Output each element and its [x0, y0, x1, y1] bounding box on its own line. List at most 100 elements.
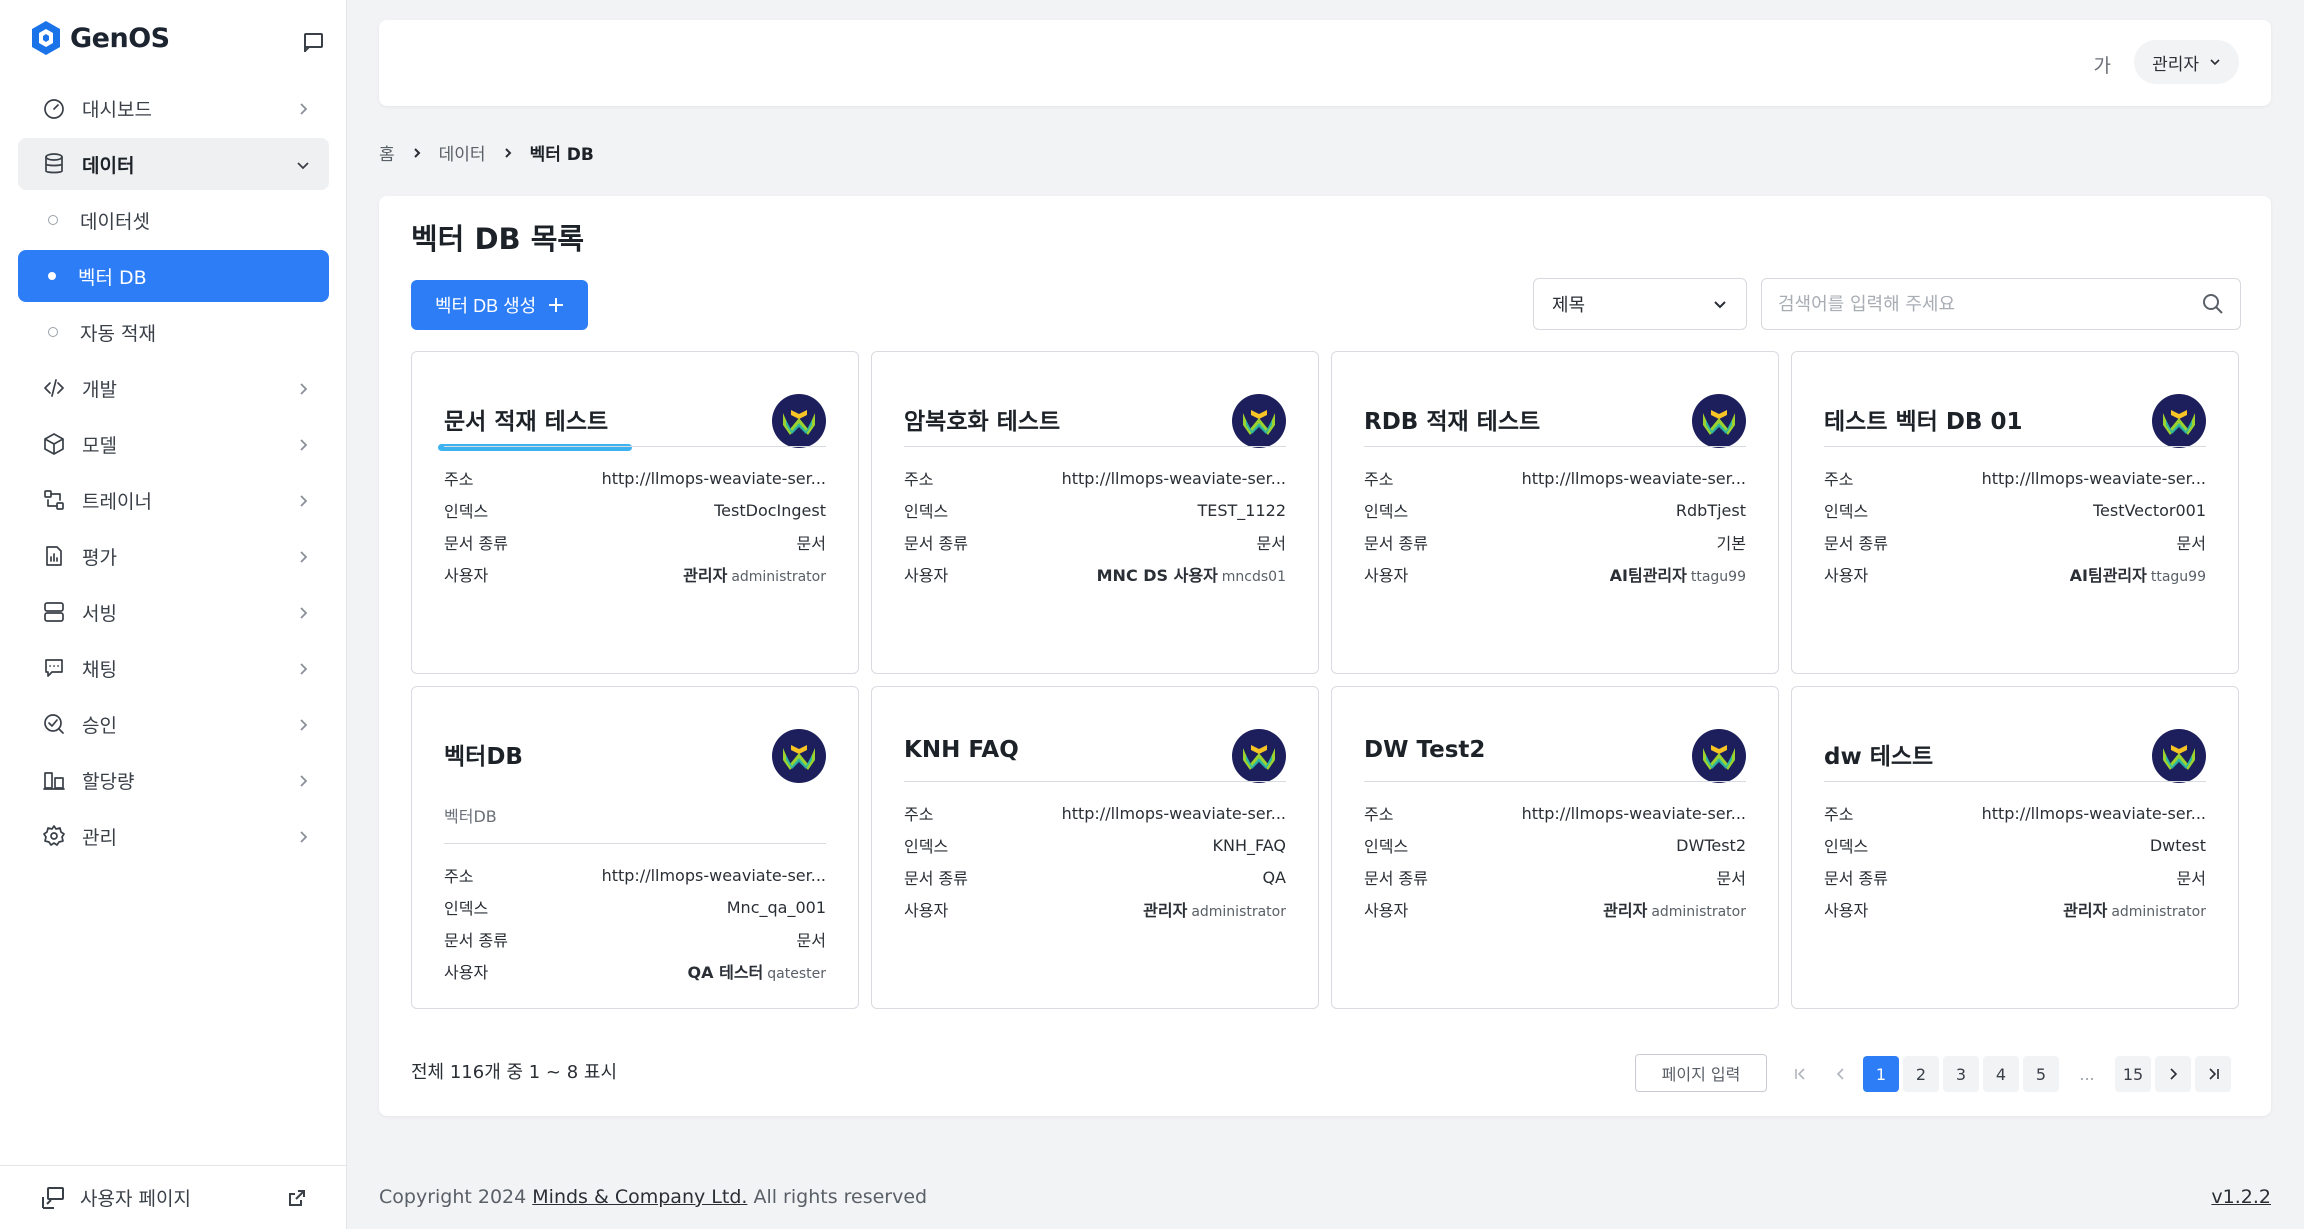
user-name: MNC DS 사용자 — [1096, 566, 1218, 585]
copyright: Copyright 2024 Minds & Company Ltd. All … — [379, 1186, 927, 1208]
quota-icon — [40, 766, 68, 794]
search-field-select[interactable]: 제목 — [1533, 278, 1747, 330]
user-page-link[interactable]: 사용자 페이지 — [0, 1165, 347, 1229]
page-button[interactable]: 5 — [2023, 1056, 2059, 1092]
vector-db-card-grid: 문서 적재 테스트 주소 http://llmops-weaviate-ser.… — [411, 351, 2241, 1009]
sidebar-subitem-label: 데이터셋 — [80, 210, 150, 233]
field-user: 사용자 관리자 administrator — [904, 893, 1286, 925]
sidebar-item[interactable]: 대시보드 — [18, 82, 329, 134]
vector-db-card[interactable]: KNH FAQ 주소 http://llmops-weaviate-ser...… — [871, 686, 1319, 1009]
card-description: 벡터DB — [444, 807, 497, 826]
sidebar-subitem-label: 자동 적재 — [80, 322, 156, 345]
field-value: AI팀관리자 ttagu99 — [1610, 562, 1746, 586]
language-toggle[interactable]: 가 — [2094, 51, 2111, 78]
field-label: 문서 종류 — [1364, 869, 1428, 888]
next-page-icon[interactable] — [2155, 1056, 2191, 1092]
vector-db-card[interactable]: RDB 적재 테스트 주소 http://llmops-weaviate-ser… — [1331, 351, 1779, 674]
sidebar-item[interactable]: 서빙 — [18, 586, 329, 638]
sidebar-item[interactable]: 데이터 — [18, 138, 329, 190]
field-index: 인덱스 TestDocIngest — [444, 494, 826, 526]
version-label[interactable]: v1.2.2 — [2211, 1186, 2271, 1208]
field-label: 인덱스 — [444, 502, 489, 521]
user-menu-label: 관리자 — [2152, 54, 2199, 75]
card-fields: 주소 http://llmops-weaviate-ser... 인덱스 KNH… — [904, 797, 1286, 925]
sidebar-subitem[interactable]: 벡터 DB — [18, 250, 329, 302]
chevron-right-icon — [295, 772, 311, 788]
field-address: 주소 http://llmops-weaviate-ser... — [904, 797, 1286, 829]
field-label: 주소 — [444, 867, 474, 886]
page-button[interactable]: 1 — [1863, 1056, 1899, 1092]
field-value: Mnc_qa_001 — [726, 897, 826, 917]
cube-icon — [40, 430, 68, 458]
user-id: administrator — [2111, 904, 2206, 920]
vector-db-card[interactable]: 테스트 벡터 DB 01 주소 http://llmops-weaviate-s… — [1791, 351, 2239, 674]
search-icon[interactable] — [2202, 293, 2224, 315]
sidebar-subitem[interactable]: 자동 적재 — [18, 306, 329, 358]
field-user: 사용자 관리자 administrator — [444, 558, 826, 590]
user-name: 관리자 — [2063, 901, 2108, 920]
sidebar-item[interactable]: 승인 — [18, 698, 329, 750]
search-input[interactable] — [1778, 293, 2202, 315]
first-page-icon[interactable] — [1783, 1056, 1819, 1092]
vector-db-card[interactable]: dw 테스트 주소 http://llmops-weaviate-ser... … — [1791, 686, 2239, 1009]
app-logo[interactable]: GenOS — [30, 20, 170, 56]
sidebar-item[interactable]: 평가 — [18, 530, 329, 582]
copyright-prefix: Copyright 2024 — [379, 1186, 533, 1208]
vector-db-card[interactable]: DW Test2 주소 http://llmops-weaviate-ser..… — [1331, 686, 1779, 1009]
prev-page-icon[interactable] — [1823, 1056, 1859, 1092]
page-button[interactable]: 2 — [1903, 1056, 1939, 1092]
vector-db-card[interactable]: 문서 적재 테스트 주소 http://llmops-weaviate-ser.… — [411, 351, 859, 674]
create-button-label: 벡터 DB 생성 — [435, 296, 537, 316]
sidebar-collapse-icon[interactable] — [300, 30, 326, 56]
user-menu-button[interactable]: 관리자 — [2134, 40, 2239, 84]
last-page-number-button[interactable]: 15 — [2115, 1056, 2151, 1092]
sidebar-item[interactable]: 채팅 — [18, 642, 329, 694]
field-value: TestDocIngest — [714, 500, 826, 520]
vector-db-card[interactable]: 벡터DB 벡터DB 주소 http://llmops-weaviate-ser.… — [411, 686, 859, 1009]
vector-db-card[interactable]: 암복호화 테스트 주소 http://llmops-weaviate-ser..… — [871, 351, 1319, 674]
user-page-icon — [42, 1186, 64, 1209]
sidebar-item[interactable]: 트레이너 — [18, 474, 329, 526]
card-divider — [904, 446, 1286, 447]
field-label: 인덱스 — [1364, 502, 1409, 521]
card-fields: 주소 http://llmops-weaviate-ser... 인덱스 TES… — [904, 462, 1286, 590]
vector-db-panel: 벡터 DB 목록 벡터 DB 생성 제목 문서 적재 테스트 주소 http:/… — [379, 196, 2271, 1116]
last-page-icon[interactable] — [2195, 1056, 2231, 1092]
field-label: 사용자 — [904, 566, 949, 585]
card-fields: 주소 http://llmops-weaviate-ser... 인덱스 DWT… — [1364, 797, 1746, 925]
field-address: 주소 http://llmops-weaviate-ser... — [444, 462, 826, 494]
field-value: http://llmops-weaviate-ser... — [1981, 468, 2206, 488]
page-button[interactable]: 4 — [1983, 1056, 2019, 1092]
field-label: 인덱스 — [904, 837, 949, 856]
sidebar-subitem[interactable]: 데이터셋 — [18, 194, 329, 246]
breadcrumb-parent[interactable]: 데이터 — [439, 140, 486, 165]
card-divider — [444, 446, 826, 447]
sidebar-item[interactable]: 관리 — [18, 810, 329, 862]
field-value: http://llmops-weaviate-ser... — [601, 468, 826, 488]
chevron-right-icon — [295, 660, 311, 676]
field-value: 관리자 administrator — [2063, 897, 2206, 921]
field-value: DWTest2 — [1676, 835, 1746, 855]
sidebar-item[interactable]: 모델 — [18, 418, 329, 470]
sidebar-item[interactable]: 개발 — [18, 362, 329, 414]
weaviate-logo-icon — [1692, 729, 1746, 783]
field-index: 인덱스 Mnc_qa_001 — [444, 891, 826, 923]
field-label: 주소 — [1364, 470, 1394, 489]
breadcrumb-home[interactable]: 홈 — [379, 140, 395, 165]
user-name: 관리자 — [683, 566, 728, 585]
create-vector-db-button[interactable]: 벡터 DB 생성 — [411, 280, 589, 330]
external-link-icon[interactable] — [287, 1188, 307, 1208]
field-value: http://llmops-weaviate-ser... — [1521, 468, 1746, 488]
field-label: 주소 — [1824, 470, 1854, 489]
field-label: 문서 종류 — [1364, 534, 1428, 553]
page-button[interactable]: 3 — [1943, 1056, 1979, 1092]
user-name: QA 테스터 — [687, 963, 764, 982]
card-title: 암복호화 테스트 — [904, 409, 1061, 435]
sidebar-item[interactable]: 할당량 — [18, 754, 329, 806]
field-label: 문서 종류 — [904, 534, 968, 553]
field-address: 주소 http://llmops-weaviate-ser... — [904, 462, 1286, 494]
page-input-button[interactable]: 페이지 입력 — [1635, 1054, 1767, 1092]
field-value: QA — [1262, 867, 1286, 887]
company-link[interactable]: Minds & Company Ltd. — [532, 1186, 747, 1208]
plus-icon — [549, 298, 564, 312]
